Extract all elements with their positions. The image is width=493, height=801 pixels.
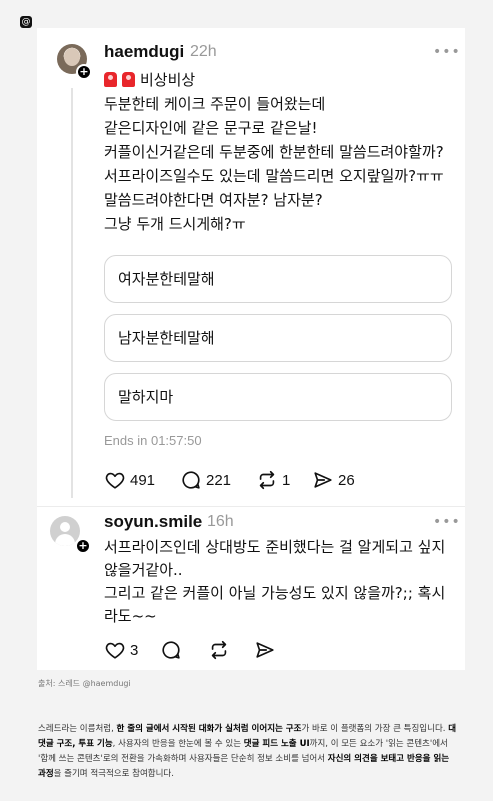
poll-option-female[interactable]: 여자분한테말해	[104, 255, 452, 303]
reply-line: 라도~~	[104, 607, 157, 625]
follow-plus-icon[interactable]: +	[75, 538, 91, 554]
post-line: 두분한테 케이크 주문이 들어왔는데	[104, 95, 326, 113]
avatar-face	[64, 48, 80, 66]
post-line: 말씀드려야한다면 여자분? 남자분?	[104, 191, 323, 209]
comment-icon	[162, 641, 180, 659]
like-button[interactable]: 3	[104, 639, 138, 661]
heart-icon	[105, 642, 125, 659]
avatar-head	[60, 522, 70, 532]
poll-option-dont-tell[interactable]: 말하지마	[104, 373, 452, 421]
threads-logo-icon: @	[20, 16, 32, 28]
post-title-text: 비상비상	[140, 71, 196, 89]
post-line: 같은디자인에 같은 문구로 같은날!	[104, 119, 318, 137]
like-count: 3	[130, 641, 139, 659]
caption-text: 스레드라는 이름처럼,	[38, 724, 117, 734]
siren-icon	[122, 72, 135, 87]
reply-time: 16h	[207, 513, 234, 530]
caption-bold: 댓글 피드 노출 UI	[243, 739, 310, 749]
like-button[interactable]: 491	[104, 469, 155, 491]
comment-button[interactable]	[160, 639, 186, 661]
share-button[interactable]: 26	[312, 469, 355, 491]
repost-count: 1	[282, 471, 291, 489]
reply-username[interactable]: soyun.smile	[104, 512, 202, 532]
thread-line	[71, 88, 73, 498]
repost-icon	[211, 640, 227, 660]
heart-icon	[105, 472, 125, 489]
more-options-icon[interactable]: •••	[433, 514, 461, 530]
repost-button[interactable]	[208, 639, 234, 661]
share-button[interactable]	[254, 639, 280, 661]
post-line: 그냥 두개 드시게해?ㅠ	[104, 215, 246, 233]
send-icon	[314, 472, 332, 488]
reply-line: 서프라이즈인데 상대방도 준비했다는 걸 알게되고 싶지	[104, 538, 446, 556]
poll-status: Ends in 01:57:50	[104, 433, 202, 448]
post-line: 서프라이즈일수도 있는데 말씀드리면 오지랖일까?ㅠㅠ	[104, 167, 444, 185]
avatar-shoulders	[55, 534, 75, 546]
repost-icon	[259, 470, 275, 490]
caption-text: 가 바로 이 플랫폼의 가장 큰 특징입니다.	[301, 724, 449, 734]
comment-count: 221	[206, 471, 232, 489]
more-options-icon[interactable]: •••	[433, 44, 461, 60]
share-count: 26	[338, 471, 355, 489]
siren-icon	[104, 72, 117, 87]
post-title-line: 비상비상	[104, 68, 459, 92]
caption-paragraph: 스레드라는 이름처럼, 한 줄의 글에서 시작된 대화가 실처럼 이어지는 구조…	[38, 722, 458, 782]
post-body: 비상비상 두분한테 케이크 주문이 들어왔는데 같은디자인에 같은 문구로 같은…	[104, 68, 459, 236]
comment-icon	[182, 471, 200, 489]
poll-option-male[interactable]: 남자분한테말해	[104, 314, 452, 362]
avatar[interactable]: +	[57, 44, 92, 80]
post-username[interactable]: haemdugi	[104, 42, 184, 62]
reply-line: 않을거같아..	[104, 561, 183, 579]
post-time: 22h	[190, 43, 217, 60]
repost-button[interactable]: 1	[256, 469, 290, 491]
post-line: 커플이신거같은데 두분중에 한분한테 말씀드려야할까?	[104, 143, 444, 161]
follow-plus-icon[interactable]: +	[76, 64, 92, 80]
caption-text: 을 즐기며 적극적으로 참여합니다.	[53, 769, 174, 779]
caption-bold: 한 줄의 글에서 시작된 대화가 실처럼 이어지는 구조	[116, 724, 302, 734]
source-credit: 출처: 스레드 @haemdugi	[38, 679, 131, 688]
top-strip: @	[0, 0, 493, 30]
caption-text: , 사용자의 반응을 한눈에 볼 수 있는	[112, 739, 244, 749]
divider	[37, 506, 465, 507]
comment-button[interactable]: 221	[180, 469, 231, 491]
threads-card: + haemdugi 22h ••• 비상비상 두분한테 케이크 주문이 들어왔…	[37, 28, 465, 670]
like-count: 491	[130, 471, 156, 489]
reply-line: 그리고 같은 커플이 아닐 가능성도 있지 않을까?;; 혹시	[104, 584, 446, 602]
reply-body: 서프라이즈인데 상대방도 준비했다는 걸 알게되고 싶지 않을거같아.. 그리고…	[104, 536, 459, 628]
send-icon	[256, 642, 274, 658]
